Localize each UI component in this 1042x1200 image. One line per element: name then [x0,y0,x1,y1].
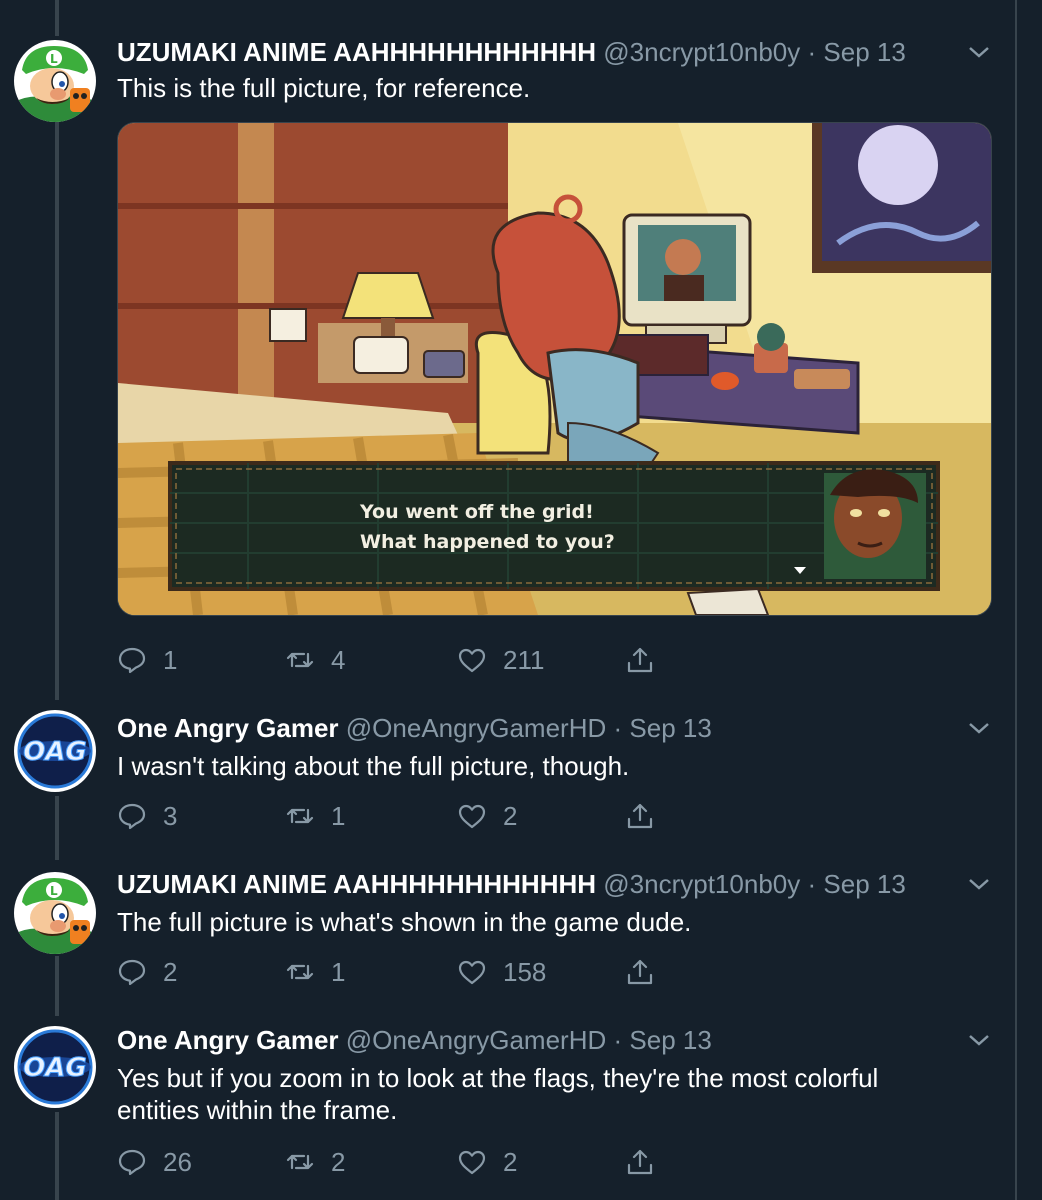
retweet-button[interactable]: 4 [285,642,345,678]
user-handle[interactable]: @3ncrypt10nb0y [603,37,800,67]
thread-line [55,0,59,36]
like-count: 2 [503,800,518,831]
retweet-button[interactable]: 2 [285,1144,345,1180]
user-handle[interactable]: @3ncrypt10nb0y [603,869,800,899]
reply-button[interactable]: 3 [117,798,177,834]
dialogue-text: You went off the grid! What happened to … [360,497,615,557]
luigi-avatar-icon: L [14,872,96,954]
separator-dot: · [613,1025,623,1055]
share-icon [627,803,653,829]
like-button[interactable]: 158 [457,954,546,990]
timeline-divider [1015,0,1017,1200]
share-button[interactable] [625,954,655,990]
tweet-header: UZUMAKI ANIME AAHHHHHHHHHHHH @3ncrypt10n… [117,868,906,900]
chevron-down-icon[interactable] [965,718,993,738]
svg-text:L: L [50,884,58,898]
tweet-image[interactable]: You went off the grid! What happened to … [117,122,992,616]
tweet-date[interactable]: Sep 13 [629,713,711,743]
tweet-header: UZUMAKI ANIME AAHHHHHHHHHHHH @3ncrypt10n… [117,36,906,68]
separator-dot: · [807,869,817,899]
like-count: 211 [503,644,545,675]
share-button[interactable] [625,798,655,834]
chevron-down-icon[interactable] [965,1030,993,1050]
tweet-actions: 3 1 2 [117,798,677,834]
dialogue-line: What happened to you? [360,531,615,553]
share-button[interactable] [625,1144,655,1180]
reply-count: 3 [163,800,178,831]
share-icon [627,959,653,985]
avatar[interactable]: OAG [14,1026,96,1108]
separator-dot: · [613,713,623,743]
retweet-icon [286,1154,314,1170]
reply-icon [118,1149,146,1176]
tweet-text: The full picture is what's shown in the … [117,907,692,937]
avatar[interactable]: L [14,40,96,122]
retweet-button[interactable]: 1 [285,798,345,834]
retweet-icon [286,964,314,980]
tweet[interactable]: OAG One Angry Gamer @OneAngryGamerHD · S… [0,710,1015,836]
tweet-actions: 2 1 158 [117,954,677,990]
luigi-avatar-icon: L [14,40,96,122]
tweet-date[interactable]: Sep 13 [823,869,905,899]
display-name[interactable]: One Angry Gamer [117,1025,339,1055]
reply-icon [118,647,146,674]
retweet-count: 2 [331,1146,346,1177]
chevron-down-icon[interactable] [965,874,993,894]
tweet-text: This is the full picture, for reference. [117,73,531,103]
reply-button[interactable]: 1 [117,642,177,678]
retweet-button[interactable]: 1 [285,954,345,990]
heart-icon [458,804,486,829]
like-button[interactable]: 211 [457,642,544,678]
reply-button[interactable]: 26 [117,1144,192,1180]
reply-button[interactable]: 2 [117,954,177,990]
oag-logo-icon: OAG [14,1026,96,1108]
user-handle[interactable]: @OneAngryGamerHD [346,713,606,743]
like-button[interactable]: 2 [457,798,517,834]
display-name[interactable]: UZUMAKI ANIME AAHHHHHHHHHHHH [117,869,596,899]
tweet[interactable]: OAG One Angry Gamer @OneAngryGamerHD · S… [0,1024,1015,1194]
reply-count: 1 [163,644,178,675]
tweet-header: One Angry Gamer @OneAngryGamerHD · Sep 1… [117,712,712,744]
share-icon [627,647,653,673]
like-count: 2 [503,1146,518,1177]
avatar[interactable]: OAG [14,710,96,792]
display-name[interactable]: UZUMAKI ANIME AAHHHHHHHHHHHH [117,37,596,67]
tweet[interactable]: L UZUMAKI ANIME AAHHHHHHHHHHHH @3ncrypt1… [0,36,1015,686]
heart-icon [458,648,486,673]
tweet-text: I wasn't talking about the full picture,… [117,751,630,781]
heart-icon [458,960,486,985]
tweet-header: One Angry Gamer @OneAngryGamerHD · Sep 1… [117,1024,712,1056]
separator-dot: · [807,37,817,67]
like-count: 158 [503,956,547,987]
avatar[interactable]: L [14,872,96,954]
retweet-count: 4 [331,644,346,675]
tweet[interactable]: L UZUMAKI ANIME AAHHHHHHHHHHHH @3ncrypt1… [0,868,1015,992]
reply-icon [118,803,146,830]
tweet-text: Yes but if you zoom in to look at the fl… [117,1063,879,1125]
like-button[interactable]: 2 [457,1144,517,1180]
reply-count: 26 [163,1146,192,1177]
logo-text: OAG [23,737,87,767]
retweet-count: 1 [331,956,346,987]
tweet-date[interactable]: Sep 13 [823,37,905,67]
tweet-actions: 26 2 2 [117,1144,677,1180]
share-icon [627,1149,653,1175]
reply-count: 2 [163,956,178,987]
oag-logo-icon: OAG [14,710,96,792]
heart-icon [458,1150,486,1175]
share-button[interactable] [625,642,655,678]
logo-text: OAG [23,1053,87,1083]
svg-text:L: L [50,52,58,66]
chevron-down-icon[interactable] [965,42,993,62]
user-handle[interactable]: @OneAngryGamerHD [346,1025,606,1055]
retweet-icon [286,652,314,668]
tweet-actions: 1 4 211 [117,642,677,678]
reply-icon [118,959,146,986]
dialogue-line: You went off the grid! [360,501,594,523]
retweet-icon [286,808,314,824]
display-name[interactable]: One Angry Gamer [117,713,339,743]
retweet-count: 1 [331,800,346,831]
tweet-date[interactable]: Sep 13 [629,1025,711,1055]
